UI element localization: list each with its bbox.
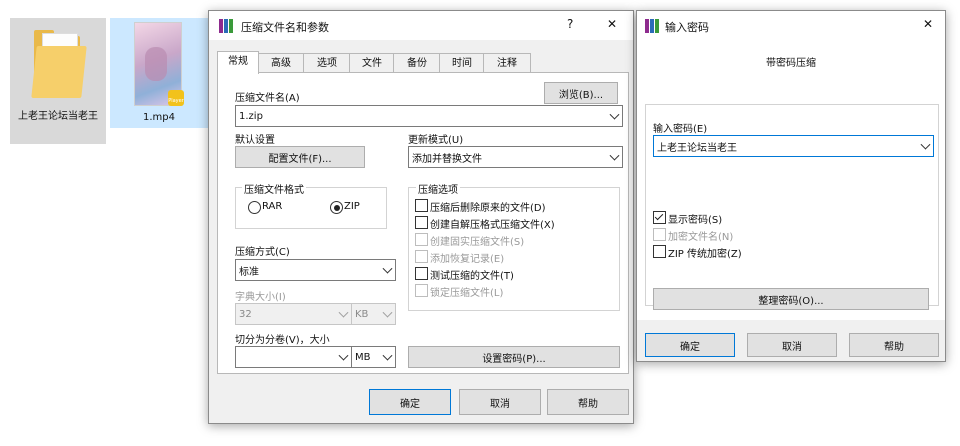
archive-help-button[interactable]: 帮助	[547, 389, 629, 415]
show-password-checkbox[interactable]	[653, 211, 666, 224]
test-files-label: 测试压缩的文件(T)	[430, 271, 514, 282]
folder-icon	[31, 30, 87, 100]
dictionary-label: 字典大小(I)	[235, 292, 286, 303]
format-zip-label: ZIP	[344, 201, 360, 212]
help-icon[interactable]: ?	[567, 17, 573, 31]
archive-cancel-button[interactable]: 取消	[459, 389, 541, 415]
archive-name-input[interactable]: 1.zip	[235, 105, 623, 127]
create-solid-checkbox	[415, 233, 428, 246]
set-password-button[interactable]: 设置密码(P)...	[408, 346, 620, 368]
password-ok-button[interactable]: 确定	[645, 333, 735, 357]
archive-settings-dialog: 压缩文件名和参数 ? ✕ 常规 高级 选项 文件 备份 时间 注释 压缩文件名(…	[208, 10, 634, 424]
tab-advanced[interactable]: 高级	[257, 53, 305, 74]
method-label: 压缩方式(C)	[235, 247, 290, 258]
create-solid-label: 创建固实压缩文件(S)	[430, 237, 525, 248]
test-files-checkbox[interactable]	[415, 267, 428, 280]
lock-archive-label: 锁定压缩文件(L)	[430, 288, 504, 299]
encrypt-names-checkbox	[653, 228, 666, 241]
recovery-record-checkbox	[415, 250, 428, 263]
password-dialog-title: 输入密码	[665, 21, 709, 34]
folder-label: 上老王论坛当老王	[18, 111, 98, 122]
password-cancel-button[interactable]: 取消	[747, 333, 837, 357]
recovery-record-label: 添加恢复记录(E)	[430, 254, 505, 265]
close-icon[interactable]: ✕	[607, 17, 617, 31]
show-password-label: 显示密码(S)	[668, 215, 723, 226]
archive-name-label: 压缩文件名(A)	[235, 93, 300, 104]
winrar-icon	[219, 19, 233, 33]
video-label: 1.mp4	[143, 112, 175, 123]
archive-dialog-title: 压缩文件名和参数	[241, 21, 329, 34]
dictionary-unit-select: KB	[351, 303, 396, 325]
tab-backup[interactable]: 备份	[393, 53, 441, 74]
tab-options[interactable]: 选项	[303, 53, 351, 74]
enter-password-label: 输入密码(E)	[653, 124, 708, 135]
dictionary-select: 32	[235, 303, 352, 325]
method-select[interactable]: 标准	[235, 259, 396, 281]
organize-passwords-button[interactable]: 整理密码(O)...	[653, 288, 929, 310]
player-badge-icon: Player	[168, 90, 184, 106]
password-heading: 带密码压缩	[766, 58, 816, 69]
close-icon[interactable]: ✕	[923, 17, 933, 31]
encrypt-names-label: 加密文件名(N)	[668, 232, 734, 243]
tab-files[interactable]: 文件	[349, 53, 395, 74]
delete-after-label: 压缩后删除原来的文件(D)	[430, 203, 546, 214]
browse-button[interactable]: 浏览(B)...	[544, 82, 618, 104]
password-dialog: 输入密码 ✕ 带密码压缩 输入密码(E) 上老王论坛当老王 显示密码(S) 加密…	[636, 10, 946, 362]
archive-options-title: 压缩选项	[416, 181, 460, 196]
format-rar-radio[interactable]	[248, 201, 261, 214]
profile-button[interactable]: 配置文件(F)...	[235, 146, 365, 168]
password-dialog-titlebar[interactable]: 输入密码 ✕	[637, 11, 945, 40]
winrar-icon	[645, 19, 659, 33]
format-rar-label: RAR	[262, 201, 283, 212]
tab-general[interactable]: 常规	[217, 51, 259, 74]
password-body: 带密码压缩 输入密码(E) 上老王论坛当老王 显示密码(S) 加密文件名(N) …	[637, 40, 945, 320]
zip-legacy-checkbox[interactable]	[653, 245, 666, 258]
desktop-video-item[interactable]: Player 1.mp4	[110, 18, 208, 128]
desktop-folder-item[interactable]: 上老王论坛当老王	[10, 18, 106, 144]
archive-dialog-titlebar[interactable]: 压缩文件名和参数 ? ✕	[209, 11, 633, 40]
update-mode-select[interactable]: 添加并替换文件	[408, 146, 623, 168]
archive-ok-button[interactable]: 确定	[369, 389, 451, 415]
lock-archive-checkbox	[415, 284, 428, 297]
default-settings-label: 默认设置	[235, 135, 275, 146]
split-size-input[interactable]	[235, 346, 352, 368]
archive-format-title: 压缩文件格式	[242, 181, 306, 196]
general-tab-panel: 压缩文件名(A) 浏览(B)... 1.zip 默认设置 配置文件(F)... …	[217, 72, 629, 374]
create-sfx-checkbox[interactable]	[415, 216, 428, 229]
tab-comment[interactable]: 注释	[483, 53, 531, 74]
split-unit-select[interactable]: MB	[351, 346, 396, 368]
update-mode-label: 更新模式(U)	[408, 135, 464, 146]
delete-after-checkbox[interactable]	[415, 199, 428, 212]
zip-legacy-label: ZIP 传统加密(Z)	[668, 249, 742, 260]
split-volume-label: 切分为分卷(V)，大小	[235, 335, 330, 346]
password-input[interactable]: 上老王论坛当老王	[653, 135, 934, 157]
tab-time[interactable]: 时间	[439, 53, 485, 74]
create-sfx-label: 创建自解压格式压缩文件(X)	[430, 220, 555, 231]
password-help-button[interactable]: 帮助	[849, 333, 939, 357]
format-zip-radio[interactable]	[330, 201, 343, 214]
